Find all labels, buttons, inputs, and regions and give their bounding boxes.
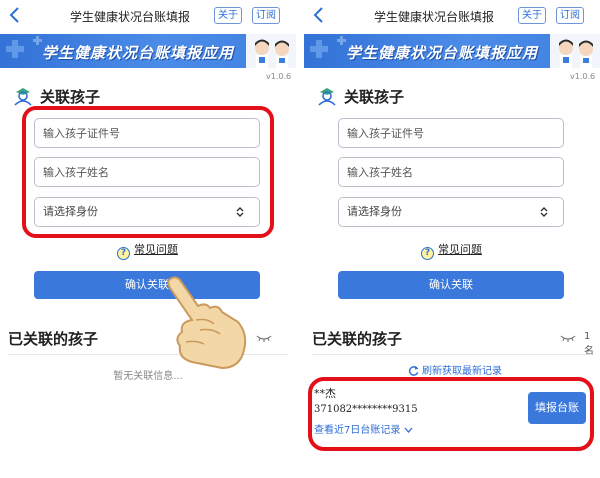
divider	[312, 354, 592, 355]
eye-closed-icon[interactable]	[560, 334, 576, 342]
faq-label: 常见问题	[438, 243, 482, 256]
identity-select[interactable]: 请选择身份	[338, 197, 564, 227]
confirm-link-button[interactable]: 确认关联	[338, 271, 564, 299]
kids-illustration-icon	[246, 34, 296, 68]
page-title: 学生健康状况台账填报	[374, 10, 495, 24]
question-icon: ?	[117, 247, 130, 260]
pointing-hand-icon	[167, 276, 247, 370]
refresh-icon	[408, 365, 419, 376]
about-button[interactable]: 关于	[214, 7, 242, 24]
linked-children-title: 已关联的孩子	[312, 330, 403, 348]
child-name-input[interactable]	[339, 158, 563, 186]
right-screen: 学生健康状况台账填报 关于 订阅 学生健康状况台账填报应用 v1.0.6 关联孩…	[304, 0, 600, 478]
faq-label: 常见问题	[134, 243, 178, 256]
left-screen: 学生健康状况台账填报 关于 订阅 学生健康状况台账填报应用 v1.0.6 关联孩…	[0, 0, 296, 478]
kids-illustration-icon	[550, 34, 600, 68]
child-id-field[interactable]	[338, 118, 564, 148]
back-arrow-icon[interactable]	[310, 5, 328, 25]
child-name-field[interactable]	[338, 157, 564, 187]
banner-title: 学生健康状况台账填报应用	[346, 44, 539, 62]
faq-link[interactable]: ? 常见问题	[421, 241, 482, 260]
refresh-records-link[interactable]: 刷新获取最新记录	[408, 362, 502, 377]
banner-title: 学生健康状况台账填报应用	[42, 44, 235, 62]
refresh-label: 刷新获取最新记录	[422, 366, 502, 377]
linked-children-title: 已关联的孩子	[8, 330, 99, 348]
child-id-input[interactable]	[339, 119, 563, 147]
back-arrow-icon[interactable]	[6, 5, 24, 25]
faq-link[interactable]: ? 常见问题	[117, 241, 178, 260]
app-banner: 学生健康状况台账填报应用	[304, 34, 600, 68]
version-label: v1.0.6	[266, 72, 292, 81]
section-title: 关联孩子	[40, 88, 101, 106]
top-bar: 学生健康状况台账填报 关于 订阅	[0, 0, 296, 32]
question-icon: ?	[421, 247, 434, 260]
eye-closed-icon[interactable]	[256, 334, 272, 342]
highlight-box	[22, 106, 274, 238]
child-user-icon	[14, 88, 32, 106]
updown-chevron-icon	[540, 207, 548, 217]
page-title: 学生健康状况台账填报	[70, 10, 191, 24]
subscribe-button[interactable]: 订阅	[556, 7, 584, 24]
app-banner: 学生健康状况台账填报应用	[0, 34, 296, 68]
version-label: v1.0.6	[570, 72, 596, 81]
identity-select-value: 请选择身份	[347, 205, 402, 218]
empty-state-text: 暂无关联信息...	[113, 371, 183, 382]
subscribe-button[interactable]: 订阅	[252, 7, 280, 24]
about-button[interactable]: 关于	[518, 7, 546, 24]
child-user-icon	[318, 88, 336, 106]
top-bar: 学生健康状况台账填报 关于 订阅	[304, 0, 600, 32]
highlight-box	[308, 377, 594, 451]
section-title: 关联孩子	[344, 88, 405, 106]
